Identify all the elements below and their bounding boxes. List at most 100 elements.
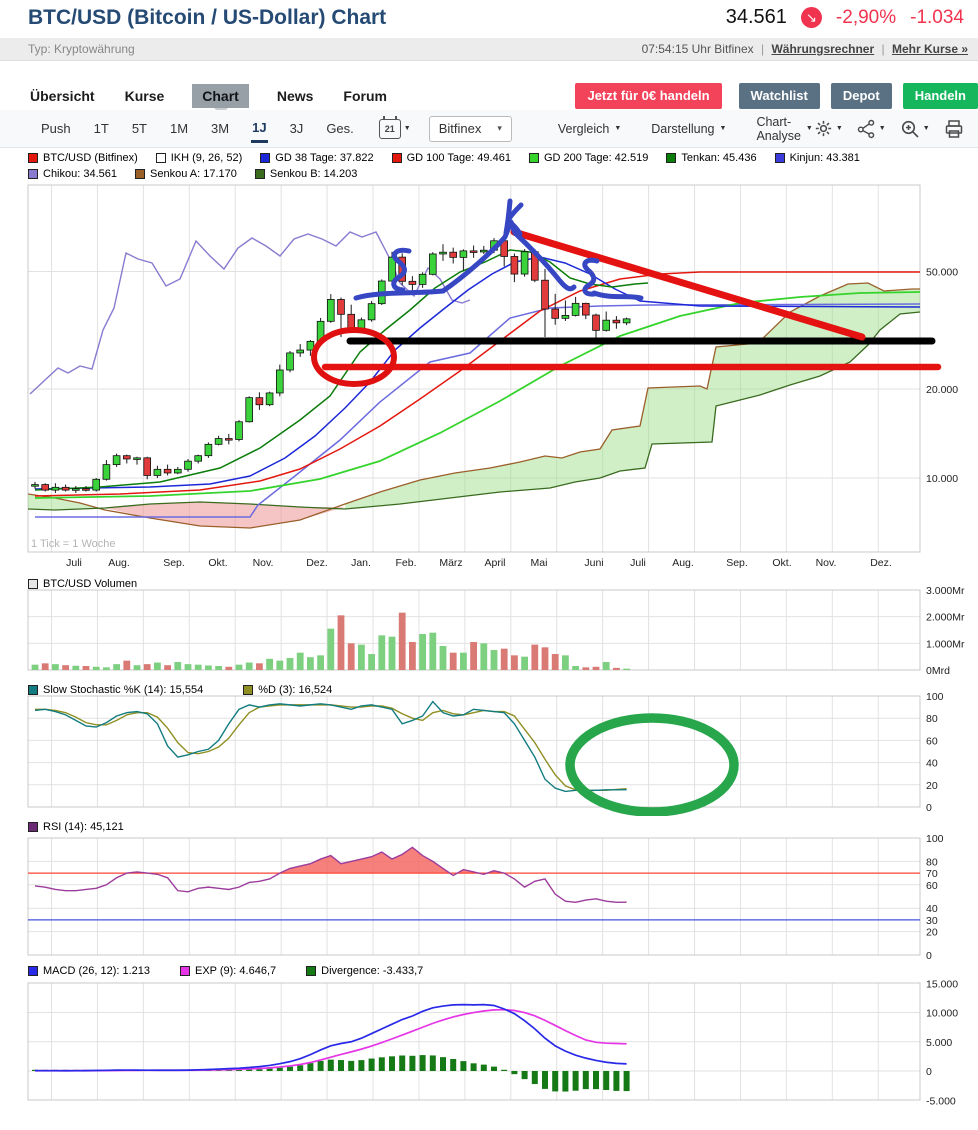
divergence-swatch [306,966,317,976]
legend-item: Tenkan: 45.436 [666,152,757,164]
svg-text:60: 60 [926,880,938,892]
legend-item: Senkou B: 14.203 [254,168,358,180]
trend-down-icon: ↘ [800,7,822,28]
svg-text:70: 70 [926,868,938,880]
menu-chart-analyse[interactable]: Chart-Analyse ▼ [756,115,812,143]
chart-toolbar: Push 1T 5T 1M 3M 1J 3J Ges. 21 ▼ Bitfinex ▾ Ver… [0,110,978,148]
date-range-picker[interactable]: 21 ▼ [378,115,411,139]
svg-text:Juni: Juni [584,557,603,569]
share-nodes-icon [857,119,875,139]
share-button[interactable]: ▼ [856,118,886,139]
svg-text:Sep.: Sep. [163,557,185,569]
exp-label: EXP (9): 4.646,7 [195,965,277,977]
legend-label: Tenkan: 45.436 [681,152,757,164]
currency-converter-link[interactable]: Währungsrechner [771,42,874,56]
svg-text:Aug.: Aug. [108,557,130,569]
tab-news[interactable]: News [275,84,316,108]
svg-text:15.000: 15.000 [926,978,958,990]
zoom-button[interactable]: ▼ [899,118,930,140]
legend-swatch [774,153,785,163]
calendar-icon: 21 [378,115,401,139]
divergence-label: Divergence: -3.433,7 [321,965,424,977]
svg-text:1 Tick = 1 Woche: 1 Tick = 1 Woche [31,538,115,550]
menu-label: Vergleich [557,121,610,136]
legend-label: Senkou B: 14.203 [269,168,358,180]
menu-vergleich[interactable]: Vergleich ▼ [558,122,621,136]
rsi-panel[interactable]: 100 807060 403020 0 [0,832,978,962]
drawn-blue-annotation [353,288,446,301]
exchange-select-value: Bitfinex [438,121,482,136]
info-bar: Typ: Kryptowährung 07:54:15 Uhr Bitfinex… [0,38,978,61]
tab-uebersicht[interactable]: Übersicht [28,84,97,108]
period-3j[interactable]: 3J [289,116,305,141]
svg-text:40: 40 [926,758,938,770]
zoom-in-icon [901,120,919,138]
button-handeln[interactable]: Handeln [902,82,978,109]
legend-item: BTC/USD (Bitfinex) [28,152,138,164]
button-watchlist[interactable]: Watchlist [738,82,820,109]
chevron-down-icon: ▼ [878,125,886,132]
chevron-down-icon: ▼ [614,125,622,132]
legend-label: IKH (9, 26, 52) [170,152,243,164]
period-1t[interactable]: 1T [93,116,110,141]
menu-darstellung[interactable]: Darstellung ▼ [651,122,726,136]
chevron-down-icon: ▼ [719,125,727,132]
svg-text:10.000: 10.000 [926,473,958,485]
svg-text:Dez.: Dez. [306,557,328,569]
print-button[interactable] [943,118,965,140]
stochastic-panel[interactable]: 100 80 60 40 20 0 [0,692,978,816]
legend-label: GD 100 Tage: 49.461 [406,152,511,164]
legend-item: GD 200 Tage: 42.519 [528,152,648,164]
svg-text:20.000: 20.000 [926,384,958,396]
period-3m[interactable]: 3M [210,116,230,141]
nav-row: Übersicht Kurse Chart News Forum Jetzt für 0… [0,82,978,115]
legend-swatch [528,153,539,163]
legend-label: Kinjun: 43.381 [789,152,860,164]
main-price-chart[interactable]: 50.000 20.000 10.000 Juli Aug. Sep. Okt. Nov. De… [0,183,978,575]
change-absolute: -1.034 [910,6,964,28]
period-ges[interactable]: Ges. [325,116,354,141]
svg-text:0Mrd: 0Mrd [926,665,950,676]
macd-panel[interactable]: 15.000 10.000 5.000 0 -5.000 [0,977,978,1107]
tab-chart[interactable]: Chart [192,83,249,115]
svg-text:0: 0 [926,802,932,814]
tab-forum[interactable]: Forum [341,84,389,108]
main-chart-legend-row2: Chikou: 34.561 Senkou A: 17.170 Senkou B: … [28,168,357,180]
volume-panel[interactable]: 3.000Mr 2.000Mr 1.000Mr 0Mrd [0,586,978,676]
title-row: BTC/USD (Bitcoin / US-Dollar) Chart 34.5… [0,0,978,38]
exp-swatch [180,966,190,976]
exchange-select[interactable]: Bitfinex ▾ [428,115,512,142]
period-1j[interactable]: 1J [251,115,268,143]
separator: | [761,42,765,56]
legend-item: Kinjun: 43.381 [774,152,860,164]
quote-block: 34.561 ↘ -2,90% -1.034 [726,6,964,29]
period-selector: Push 1T 5T 1M 3M 1J 3J Ges. [40,115,355,143]
macd-swatch [28,966,38,976]
tab-kurse[interactable]: Kurse [123,84,167,108]
cta-trade-button[interactable]: Jetzt für 0€ handeln [575,82,722,109]
quote-timestamp: 07:54:15 Uhr Bitfinex [641,42,754,56]
svg-text:10.000: 10.000 [926,1008,958,1020]
legend-item: Senkou A: 17.170 [135,168,237,180]
legend-label: Chikou: 34.561 [43,168,117,180]
svg-text:Okt.: Okt. [208,557,227,569]
main-chart-legend-row1: BTC/USD (Bitfinex) IKH (9, 26, 52) GD 38 T… [28,152,860,164]
svg-text:100: 100 [926,692,944,703]
period-5t[interactable]: 5T [131,116,148,141]
chevron-down-icon: ▾ [497,123,502,133]
toolbar-icons: ▼ ▼ ▼ ▼ [813,118,978,140]
legend-item: IKH (9, 26, 52) [155,152,243,164]
svg-text:Okt.: Okt. [772,557,791,569]
legend-label: Senkou A: 17.170 [150,168,237,180]
legend-label: GD 38 Tage: 37.822 [275,152,374,164]
chevron-down-icon: ▼ [922,125,930,132]
period-1m[interactable]: 1M [169,116,189,141]
svg-text:20: 20 [926,780,938,792]
legend-swatch [666,153,677,163]
rsi-swatch [28,822,38,832]
settings-button[interactable]: ▼ [813,118,843,139]
button-depot[interactable]: Depot [830,82,892,109]
more-quotes-link[interactable]: Mehr Kurse » [892,42,968,56]
period-push[interactable]: Push [40,116,72,141]
svg-text:60: 60 [926,735,938,747]
